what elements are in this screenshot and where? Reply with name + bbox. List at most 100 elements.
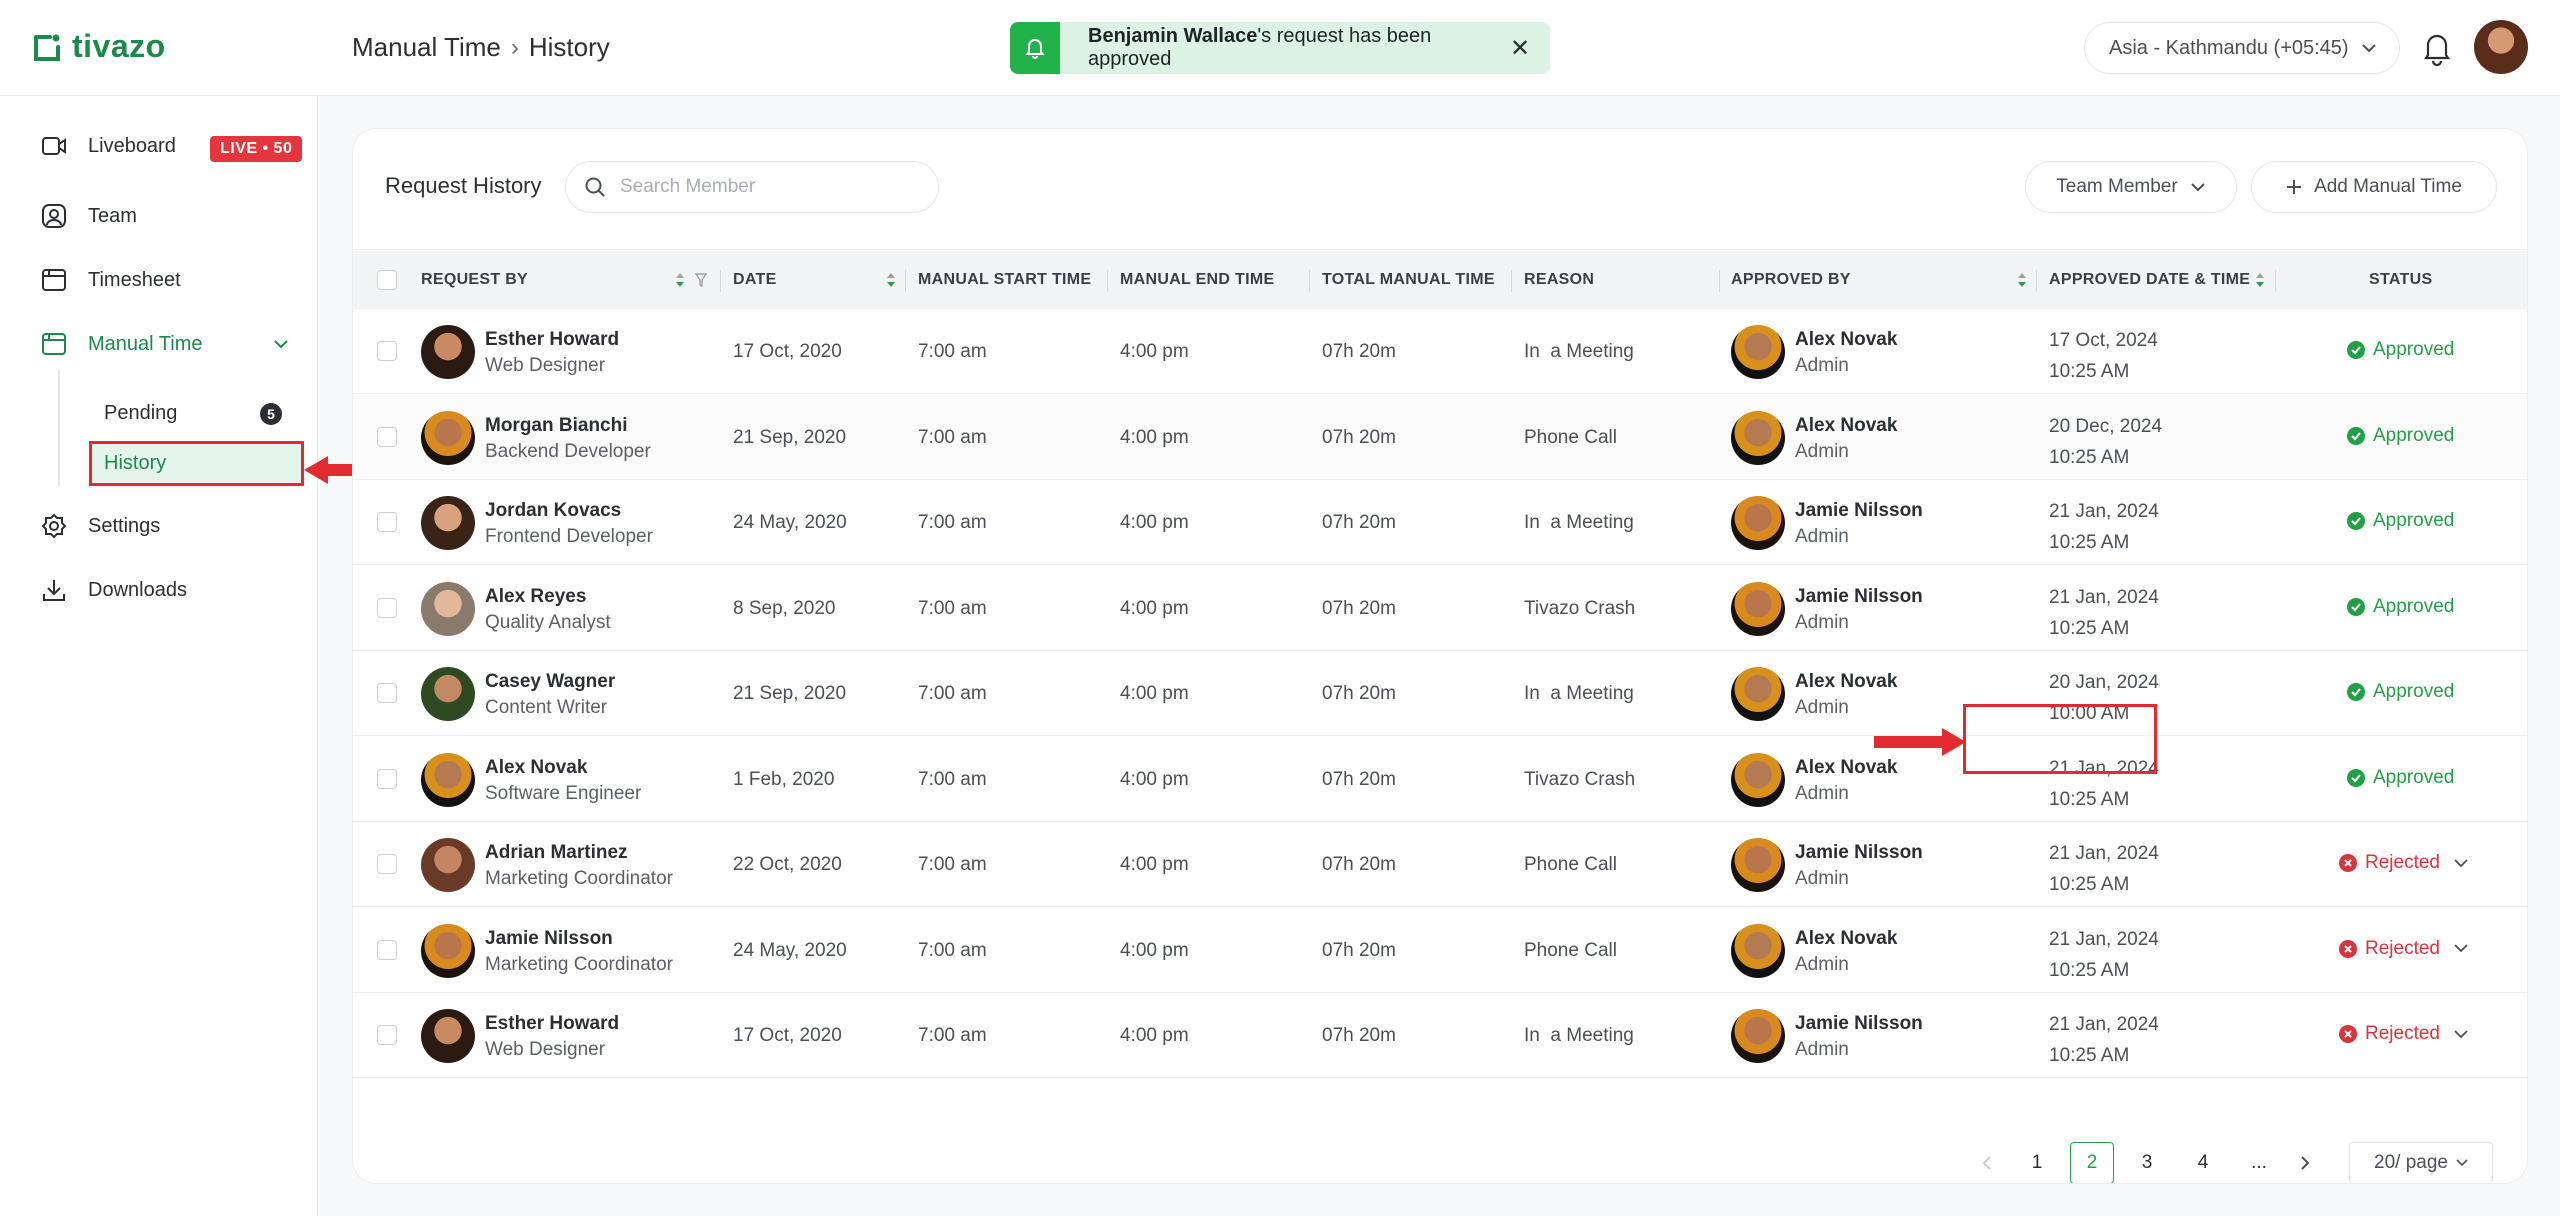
requester-name[interactable]: Jordan Kovacs (485, 500, 653, 522)
table-row[interactable]: Jordan Kovacs Frontend Developer 24 May, 2… (353, 480, 2527, 565)
check-circle-icon (2347, 768, 2365, 787)
page-size-select[interactable]: 20/ page (2349, 1142, 2493, 1183)
row-checkbox[interactable] (377, 426, 397, 447)
approver: Jamie Nilsson Admin (1795, 586, 1923, 634)
reason: In a Meeting (1524, 1025, 1634, 1046)
sort-icon[interactable] (2017, 272, 2027, 288)
requester-name[interactable]: Alex Reyes (485, 586, 611, 608)
table-row[interactable]: Casey Wagner Content Writer 21 Sep, 2020 7:… (353, 651, 2527, 736)
add-manual-time-button[interactable]: Add Manual Time (2251, 161, 2497, 213)
chevron-down-icon (2454, 944, 2468, 953)
notification-bell-icon[interactable] (2420, 30, 2454, 66)
avatar (1731, 410, 1785, 465)
row-checkbox[interactable] (377, 597, 397, 618)
filter-icon[interactable] (695, 272, 707, 288)
approver: Jamie Nilsson Admin (1795, 500, 1923, 548)
sidebar-item-settings[interactable]: Settings (40, 512, 160, 540)
status-dropdown[interactable]: Rejected (2339, 938, 2468, 960)
page-2-current[interactable]: 2 (2070, 1142, 2114, 1183)
table-row[interactable]: Esther Howard Web Designer 17 Oct, 2020 7:0… (353, 309, 2527, 394)
table-row[interactable]: Alex Novak Software Engineer 1 Feb, 2020 7:… (353, 737, 2527, 822)
row-checkbox[interactable] (377, 1025, 397, 1045)
status-text: Approved (2373, 339, 2455, 360)
avatar (421, 838, 475, 892)
table-row[interactable]: Esther Howard Web Designer 17 Oct, 2020 7:0… (353, 993, 2527, 1078)
page-1[interactable]: 1 (2015, 1142, 2059, 1183)
check-circle-icon (2347, 683, 2365, 701)
start-time: 7:00 am (918, 426, 987, 448)
sidebar-item-liveboard[interactable]: Liveboard (40, 132, 176, 160)
user-avatar[interactable] (2474, 20, 2528, 74)
sidebar-item-team[interactable]: Team (40, 202, 137, 230)
avatar (1731, 667, 1785, 721)
approved-datetime: 21 Jan, 2024 10:25 AM (2049, 1009, 2159, 1071)
check-circle-icon (2347, 512, 2365, 530)
x-circle-icon (2339, 939, 2357, 958)
status-badge: Approved (2347, 681, 2454, 703)
table-row[interactable]: Morgan Bianchi Backend Developer 21 Sep, 2… (353, 394, 2527, 480)
total-time: 07h 20m (1322, 341, 1396, 362)
sidebar-item-downloads[interactable]: Downloads (40, 576, 187, 604)
page-3[interactable]: 3 (2125, 1142, 2169, 1183)
approver: Alex Novak Admin (1795, 671, 1897, 719)
requester: Jamie Nilsson Marketing Coordinator (485, 928, 673, 976)
chevron-down-icon (273, 340, 288, 349)
status-dropdown[interactable]: Rejected (2339, 852, 2468, 874)
row-checkbox[interactable] (377, 512, 397, 532)
select-all-checkbox[interactable] (377, 270, 397, 290)
timezone-select[interactable]: Asia - Kathmandu (+05:45) (2084, 22, 2400, 74)
requester-name[interactable]: Adrian Martinez (485, 842, 673, 864)
next-page-button[interactable] (2293, 1142, 2317, 1183)
approver-role: Admin (1795, 355, 1849, 376)
breadcrumb-manual-time[interactable]: Manual Time (352, 32, 501, 63)
table-row[interactable]: Alex Reyes Quality Analyst 8 Sep, 2020 7:00… (353, 566, 2527, 651)
prev-page-button[interactable] (1975, 1142, 1999, 1183)
row-checkbox[interactable] (377, 768, 397, 789)
page-4[interactable]: 4 (2181, 1142, 2225, 1183)
status-text: Approved (2373, 681, 2455, 702)
search-box[interactable] (565, 161, 939, 213)
close-icon[interactable]: ✕ (1500, 34, 1540, 63)
page-title: Request History (385, 173, 542, 198)
app: tivazo Manual Time › History Benjamin Wa… (0, 0, 2560, 1216)
approved-time: 10:25 AM (2049, 1045, 2130, 1066)
request-date: 17 Oct, 2020 (733, 1025, 842, 1046)
status-dropdown[interactable]: Rejected (2339, 1023, 2468, 1045)
avatar (421, 667, 475, 721)
logo-icon (34, 34, 60, 61)
approver-role: Admin (1795, 440, 1849, 462)
requester-name[interactable]: Esther Howard (485, 1013, 619, 1035)
end-time: 4:00 pm (1120, 341, 1189, 362)
status-badge: Approved (2347, 767, 2454, 789)
reason: In a Meeting (1524, 683, 1634, 704)
logo[interactable]: tivazo (32, 28, 166, 65)
row-checkbox[interactable] (377, 341, 397, 361)
team-member-filter[interactable]: Team Member (2025, 161, 2237, 213)
requester-name[interactable]: Jamie Nilsson (485, 928, 673, 950)
sort-icon[interactable] (675, 272, 685, 288)
requester-name[interactable]: Alex Novak (485, 757, 641, 779)
table-row[interactable]: Jamie Nilsson Marketing Coordinator 24 May… (353, 908, 2527, 993)
requester-role: Frontend Developer (485, 526, 653, 547)
sidebar-item-manual-time[interactable]: Manual Time (40, 330, 289, 358)
requester-name[interactable]: Morgan Bianchi (485, 415, 651, 437)
requester-name[interactable]: Casey Wagner (485, 671, 615, 693)
request-date: 21 Sep, 2020 (733, 683, 847, 704)
start-time: 7:00 am (918, 512, 987, 533)
page-ellipsis[interactable]: ... (2237, 1142, 2281, 1183)
requester-role: Web Designer (485, 355, 606, 376)
request-date: 24 May, 2020 (733, 939, 847, 961)
sidebar-subitem-history[interactable]: History (104, 452, 166, 475)
search-input[interactable] (620, 176, 900, 198)
table-row[interactable]: Adrian Martinez Marketing Coordinator 22 O… (353, 822, 2527, 907)
sidebar-subitem-pending[interactable]: Pending (104, 402, 177, 425)
approver: Alex Novak Admin (1795, 415, 1897, 463)
sidebar-item-timesheet[interactable]: Timesheet (40, 266, 181, 294)
row-checkbox[interactable] (377, 854, 397, 874)
row-checkbox[interactable] (377, 939, 397, 960)
row-checkbox[interactable] (377, 683, 397, 703)
sort-icon[interactable] (886, 272, 896, 288)
sort-icon[interactable] (2255, 272, 2265, 288)
requester-name[interactable]: Esther Howard (485, 329, 619, 351)
request-date: 22 Oct, 2020 (733, 854, 842, 875)
